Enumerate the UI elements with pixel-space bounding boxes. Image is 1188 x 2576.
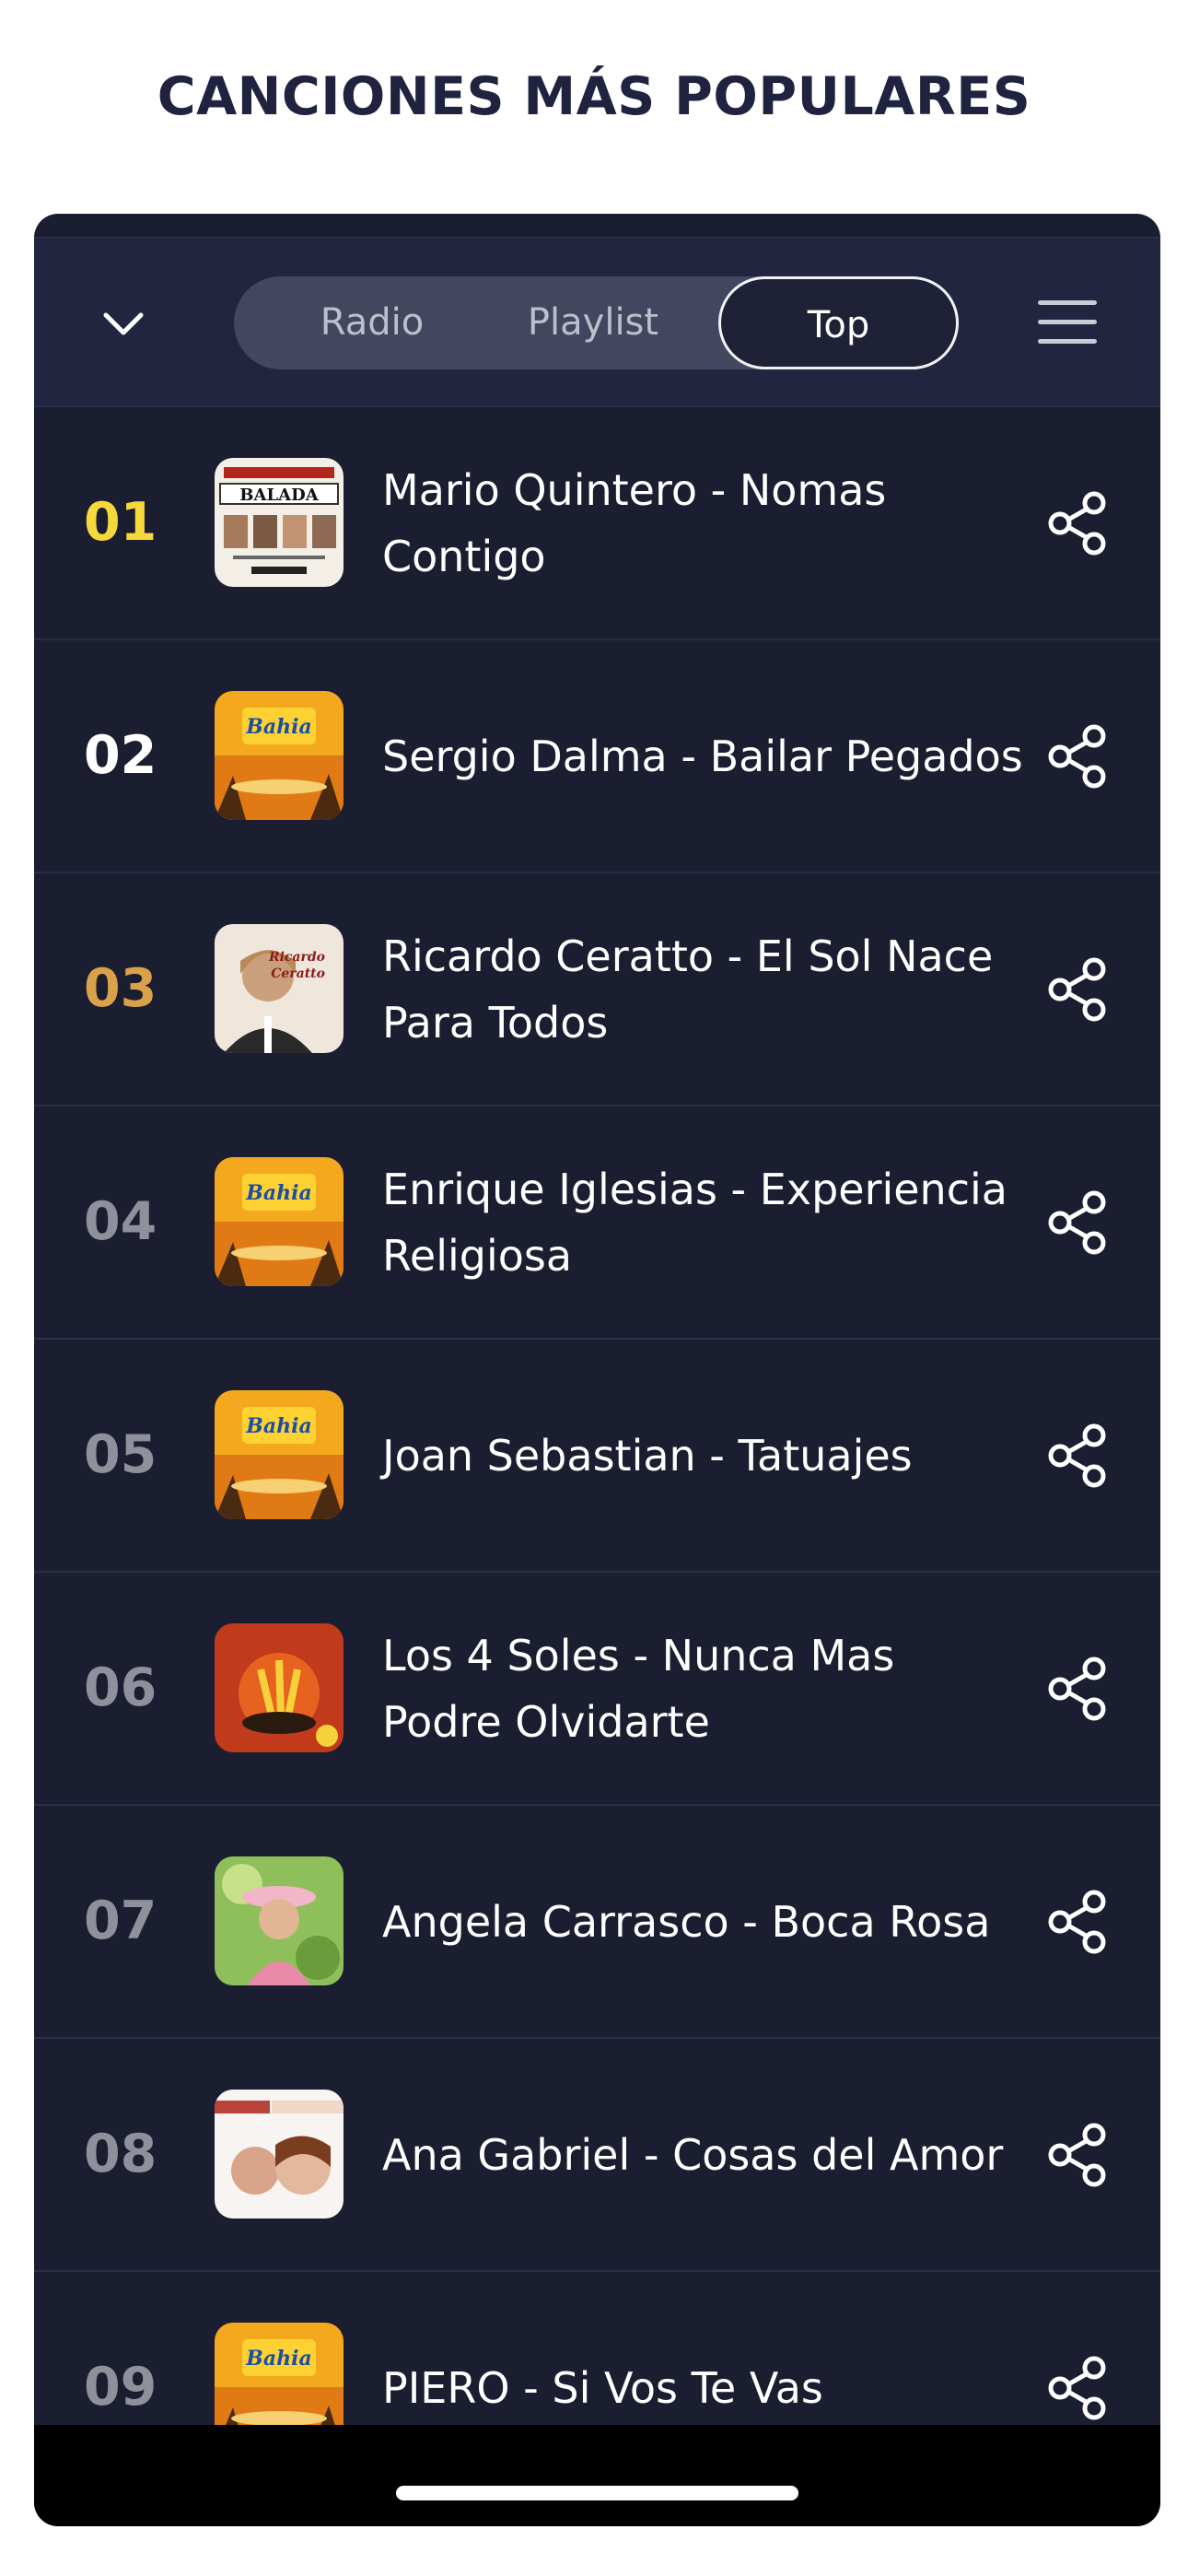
list-item[interactable]: 04 Bahia Enrique Iglesias - Experiencia … [34, 1107, 1160, 1340]
list-item[interactable]: 02 Bahia Sergio Dalma - Bailar Pegados [34, 640, 1160, 873]
list-item[interactable]: 03 Ricardo Ceratto Ricardo Ceratto - El … [34, 873, 1160, 1107]
share-icon[interactable] [1042, 721, 1112, 791]
track-title: Angela Carrasco - Boca Rosa [382, 1896, 991, 1947]
tab-switcher: Radio Playlist Top [234, 276, 959, 369]
track-title: Los 4 Soles - Nunca Mas Podre Olvidarte [382, 1630, 895, 1747]
top-tracks-list: 01 BALADA Mario Quintero - Nomas Contigo [34, 407, 1160, 2505]
list-item[interactable]: 08 Ana Gabriel - Cosas del Amor [34, 2039, 1160, 2272]
track-rank: 04 [84, 1191, 157, 1252]
page-title: CANCIONES MÁS POPULARES [157, 66, 1031, 127]
tab-radio[interactable]: Radio [271, 276, 473, 369]
list-item[interactable]: 07 Angela Carrasco - Boca Rosa [34, 1806, 1160, 2039]
svg-text:Bahia: Bahia [245, 1414, 311, 1438]
share-icon[interactable] [1042, 2120, 1112, 2190]
svg-text:Ricardo: Ricardo [268, 950, 325, 965]
svg-text:Bahia: Bahia [245, 715, 311, 739]
list-item[interactable]: 06 Los 4 Soles - Nunca Mas Podre Olvidar… [34, 1573, 1160, 1806]
album-cover [215, 1856, 344, 1985]
track-title: Enrique Iglesias - Experiencia Religiosa [382, 1164, 1007, 1281]
player-panel: Radio Playlist Top 01 BALADA Mario Quint… [34, 214, 1160, 2526]
album-cover: Ricardo Ceratto [215, 924, 344, 1053]
track-title: Mario Quintero - Nomas Contigo [382, 464, 887, 581]
tab-top[interactable]: Top [718, 276, 959, 369]
svg-text:Bahia: Bahia [245, 1181, 311, 1205]
album-cover [215, 2090, 344, 2219]
track-rank: 07 [84, 1891, 157, 1951]
share-icon[interactable] [1042, 2353, 1112, 2423]
svg-text:Bahia: Bahia [245, 2347, 311, 2371]
track-rank: 01 [84, 492, 157, 553]
chevron-down-icon[interactable] [91, 292, 156, 357]
track-rank: 05 [84, 1424, 157, 1485]
home-indicator[interactable] [396, 2486, 798, 2500]
share-icon[interactable] [1042, 488, 1112, 558]
list-item[interactable]: 01 BALADA Mario Quintero - Nomas Contigo [34, 407, 1160, 640]
album-cover: Bahia [215, 1390, 344, 1519]
svg-text:BALADA: BALADA [239, 486, 319, 505]
track-rank: 03 [84, 958, 157, 1019]
share-icon[interactable] [1042, 1654, 1112, 1724]
album-cover: Bahia [215, 1157, 344, 1286]
home-bar [34, 2425, 1160, 2526]
share-icon[interactable] [1042, 1887, 1112, 1957]
track-rank: 06 [84, 1657, 157, 1718]
share-icon[interactable] [1042, 1188, 1112, 1258]
share-icon[interactable] [1042, 954, 1112, 1025]
svg-text:Ceratto: Ceratto [271, 966, 325, 981]
album-cover [215, 1623, 344, 1752]
track-title: Ana Gabriel - Cosas del Amor [382, 2129, 1004, 2180]
track-rank: 02 [84, 725, 157, 786]
track-title: Sergio Dalma - Bailar Pegados [382, 731, 1023, 781]
track-title: Ricardo Ceratto - El Sol Nace Para Todos [382, 931, 994, 1048]
track-title: Joan Sebastian - Tatuajes [382, 1430, 913, 1481]
hamburger-menu-icon[interactable] [1033, 295, 1107, 350]
album-cover: BALADA [215, 458, 344, 587]
share-icon[interactable] [1042, 1421, 1112, 1491]
list-item[interactable]: 05 Bahia Joan Sebastian - Tatuajes [34, 1340, 1160, 1573]
tab-playlist[interactable]: Playlist [487, 276, 699, 369]
album-cover: Bahia [215, 691, 344, 820]
player-header: Radio Playlist Top [34, 237, 1160, 407]
track-rank: 08 [84, 2124, 157, 2184]
